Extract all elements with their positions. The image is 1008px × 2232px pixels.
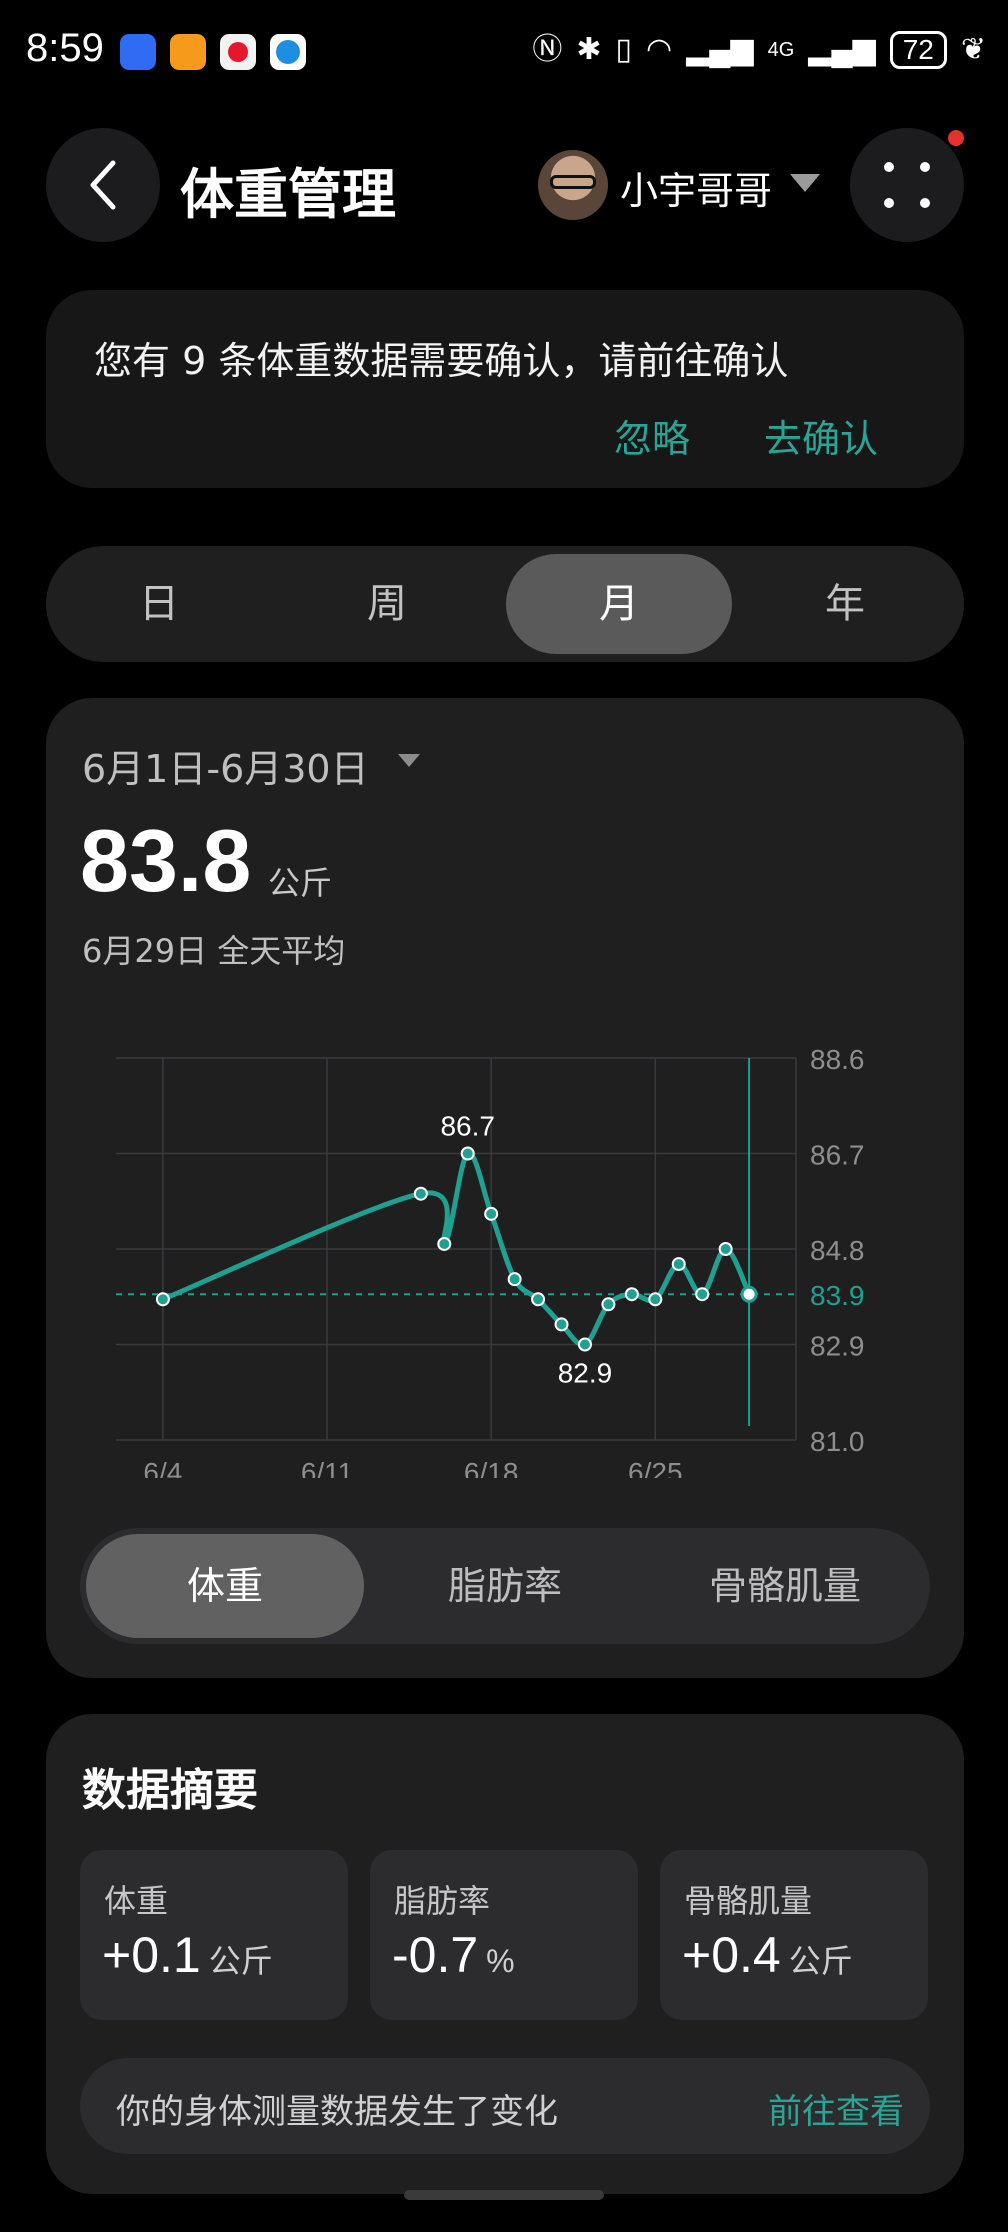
chevron-left-icon bbox=[90, 160, 116, 210]
stat-value: +0.1 公斤 bbox=[102, 1927, 273, 1983]
user-switcher-name[interactable]: 小宇哥哥 bbox=[620, 160, 772, 215]
stat-skeletal-muscle[interactable]: 骨骼肌量 +0.4 公斤 bbox=[660, 1850, 928, 2020]
nfc-icon: Ⓝ bbox=[532, 33, 563, 66]
more-dot bbox=[884, 162, 894, 172]
tab-year[interactable]: 年 bbox=[732, 554, 958, 654]
data-point bbox=[624, 1287, 639, 1302]
weight-chart-card: 6月1日-6月30日 83.8 公斤 6月29日 全天平均 88.6 86.7 84… bbox=[46, 698, 964, 1678]
tab-month[interactable]: 月 bbox=[506, 554, 732, 654]
network-type: 4G bbox=[767, 38, 795, 61]
stat-label: 体重 bbox=[104, 1882, 169, 1920]
x-tick-label: 6/11 bbox=[301, 1457, 353, 1478]
signal-icon: ▂▄▆ bbox=[686, 33, 754, 66]
data-point bbox=[577, 1337, 592, 1352]
metric-tabs: 体重 脂肪率 骨骼肌量 bbox=[80, 1528, 930, 1644]
more-button[interactable] bbox=[850, 128, 964, 242]
more-dot bbox=[920, 162, 930, 172]
orange-app-icon bbox=[170, 34, 206, 70]
bluetooth-icon: ✱ bbox=[576, 33, 602, 66]
avatar[interactable] bbox=[538, 150, 608, 220]
wifi-icon: ◠ bbox=[646, 33, 673, 66]
status-icons: Ⓝ ✱ ▯ ◠ ▂▄▆ 4G ▂▄▆ 72 ❦ bbox=[532, 30, 986, 70]
data-point bbox=[531, 1292, 546, 1307]
y-tick-label: 82.9 bbox=[810, 1331, 865, 1362]
y-tick-label: 86.7 bbox=[810, 1140, 865, 1171]
banner-message: 您有 9 条体重数据需要确认，请前往确认 bbox=[94, 339, 789, 383]
view-changes-link[interactable]: 前往查看 bbox=[768, 2084, 904, 2133]
data-point bbox=[740, 1285, 758, 1303]
data-point bbox=[484, 1206, 499, 1221]
stat-weight[interactable]: 体重 +0.1 公斤 bbox=[80, 1850, 348, 2020]
data-label: 82.9 bbox=[558, 1358, 613, 1389]
ignore-button[interactable]: 忽略 bbox=[614, 408, 690, 463]
data-point bbox=[695, 1287, 710, 1302]
tab-weight[interactable]: 体重 bbox=[86, 1534, 364, 1638]
y-tick-label: 88.6 bbox=[810, 1044, 865, 1075]
y-tick-label: 83.9 bbox=[810, 1280, 865, 1311]
weight-line-chart[interactable]: 88.6 86.7 84.8 83.9 82.9 81.0 6/4 6/11 6/18 6/25 8… bbox=[46, 698, 964, 1478]
tab-body-fat[interactable]: 脂肪率 bbox=[366, 1534, 644, 1638]
x-tick-label: 6/18 bbox=[464, 1457, 519, 1478]
clock: 8:59 bbox=[26, 26, 104, 70]
data-point bbox=[460, 1146, 475, 1161]
signal2-icon: ▂▄▆ bbox=[808, 33, 876, 66]
data-point bbox=[671, 1257, 686, 1272]
tab-week[interactable]: 周 bbox=[274, 554, 500, 654]
data-point bbox=[155, 1292, 170, 1307]
status-bar: 8:59 Ⓝ ✱ ▯ ◠ ▂▄▆ 4G ▂▄▆ 72 ❦ bbox=[0, 0, 1008, 110]
summary-title: 数据摘要 bbox=[82, 1765, 258, 1816]
weibo-app-icon bbox=[220, 34, 256, 70]
back-button[interactable] bbox=[46, 128, 160, 242]
data-point bbox=[437, 1236, 452, 1251]
stat-value: -0.7% bbox=[392, 1927, 515, 1983]
data-point bbox=[413, 1186, 428, 1201]
chevron-down-icon[interactable] bbox=[790, 174, 820, 192]
avatar-glasses bbox=[550, 175, 596, 189]
browser-app-icon bbox=[270, 34, 306, 70]
battery-level: 72 bbox=[889, 31, 947, 69]
stat-label: 脂肪率 bbox=[394, 1882, 491, 1920]
tab-day[interactable]: 日 bbox=[46, 554, 272, 654]
data-point bbox=[648, 1292, 663, 1307]
stat-label: 骨骼肌量 bbox=[684, 1882, 813, 1920]
data-summary-card: 数据摘要 体重 +0.1 公斤 脂肪率 -0.7% 骨骼肌量 +0.4 公斤 你的身… bbox=[46, 1714, 964, 2194]
stat-body-fat[interactable]: 脂肪率 -0.7% bbox=[370, 1850, 638, 2020]
confirm-banner: 您有 9 条体重数据需要确认，请前往确认 忽略 去确认 bbox=[46, 290, 964, 488]
more-dot bbox=[884, 198, 894, 208]
notification-dot bbox=[948, 130, 964, 146]
change-notice[interactable]: 你的身体测量数据发生了变化 前往查看 bbox=[80, 2058, 930, 2154]
data-point bbox=[718, 1242, 733, 1256]
home-indicator[interactable] bbox=[404, 2190, 604, 2200]
y-tick-label: 81.0 bbox=[810, 1426, 865, 1457]
data-point bbox=[554, 1317, 569, 1332]
leaf-icon: ❦ bbox=[960, 33, 986, 66]
data-point bbox=[507, 1272, 522, 1287]
baidu-app-icon bbox=[120, 34, 156, 70]
data-label: 86.7 bbox=[440, 1111, 495, 1142]
data-point bbox=[601, 1297, 616, 1312]
confirm-button[interactable]: 去确认 bbox=[764, 408, 878, 463]
page-title: 体重管理 bbox=[180, 163, 396, 226]
period-tabs: 日 周 月 年 bbox=[46, 546, 964, 662]
x-tick-label: 6/4 bbox=[143, 1457, 182, 1478]
vibrate-icon: ▯ bbox=[615, 33, 633, 66]
x-tick-label: 6/25 bbox=[628, 1457, 683, 1478]
tab-skeletal-muscle[interactable]: 骨骼肌量 bbox=[646, 1534, 924, 1638]
more-dot bbox=[920, 198, 930, 208]
y-tick-label: 84.8 bbox=[810, 1235, 865, 1266]
stat-value: +0.4 公斤 bbox=[682, 1927, 853, 1983]
change-text: 你的身体测量数据发生了变化 bbox=[116, 2092, 558, 2132]
